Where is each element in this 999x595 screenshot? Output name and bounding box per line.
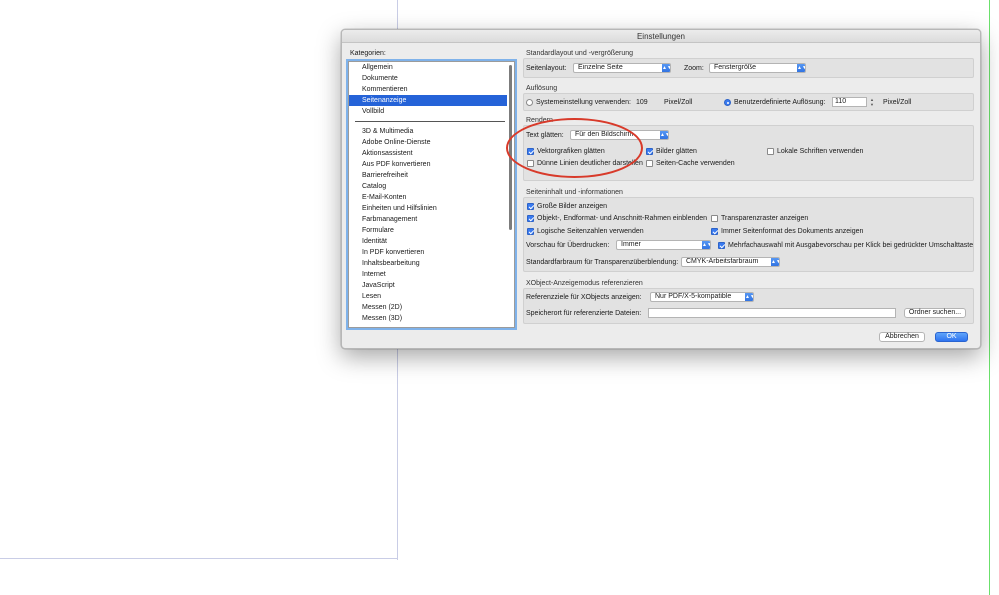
categories-title: Kategorien: bbox=[350, 50, 386, 57]
color-space-value: CMYK-Arbeitsfarbraum bbox=[686, 258, 759, 265]
overprint-label: Vorschau für Überdrucken: bbox=[526, 242, 610, 249]
cancel-button[interactable]: Abbrechen bbox=[879, 332, 925, 342]
annotation-ellipse bbox=[506, 118, 643, 178]
background-page-bottom bbox=[0, 558, 398, 559]
image-smoothing-checkbox[interactable] bbox=[646, 148, 653, 155]
custom-resolution-radio[interactable] bbox=[724, 99, 731, 106]
category-item-vollbild[interactable]: Vollbild bbox=[349, 106, 507, 117]
category-item[interactable]: Einheiten und Hilfslinien bbox=[349, 203, 507, 214]
page-cache-checkbox[interactable] bbox=[646, 160, 653, 167]
color-space-select[interactable]: CMYK-Arbeitsfarbraum ▲▼ bbox=[681, 257, 780, 267]
category-item[interactable]: Catalog bbox=[349, 181, 507, 192]
background-guide-line bbox=[989, 0, 990, 595]
category-item[interactable]: Aus PDF konvertieren bbox=[349, 159, 507, 170]
category-item[interactable]: JavaScript bbox=[349, 280, 507, 291]
ok-button[interactable]: OK bbox=[935, 332, 968, 342]
zoom-select[interactable]: Fenstergröße ▲▼ bbox=[709, 63, 806, 73]
category-item[interactable]: Internet bbox=[349, 269, 507, 280]
page-layout-label: Seitenlayout: bbox=[526, 65, 567, 72]
xobject-location-label: Speicherort für referenzierte Dateien: bbox=[526, 310, 642, 317]
system-resolution-unit: Pixel/Zoll bbox=[664, 99, 693, 106]
frames-checkbox[interactable] bbox=[527, 215, 534, 222]
overprint-select[interactable]: Immer ▲▼ bbox=[616, 240, 711, 250]
category-item[interactable]: Formulare bbox=[349, 225, 507, 236]
page-layout-value: Einzelne Seite bbox=[578, 64, 623, 71]
category-item-kommentieren[interactable]: Kommentieren bbox=[349, 84, 507, 95]
xobject-location-input[interactable] bbox=[648, 308, 896, 318]
system-resolution-value: 109 bbox=[636, 99, 648, 106]
multiselect-label: Mehrfachauswahl mit Ausgabevorschau per … bbox=[728, 242, 974, 249]
doc-page-format-label: Immer Seitenformat des Dokuments anzeige… bbox=[721, 228, 864, 235]
doc-page-format-checkbox[interactable] bbox=[711, 228, 718, 235]
category-list[interactable]: Allgemein Dokumente Kommentieren Seitena… bbox=[348, 61, 515, 328]
chevron-updown-icon: ▲▼ bbox=[662, 64, 671, 72]
category-item[interactable]: Lesen bbox=[349, 291, 507, 302]
image-smoothing-label: Bilder glätten bbox=[656, 148, 697, 155]
category-item[interactable]: Aktionsassistent bbox=[349, 148, 507, 159]
system-resolution-label: Systemeinstellung verwenden: bbox=[536, 99, 631, 106]
logical-pages-checkbox[interactable] bbox=[527, 228, 534, 235]
category-item[interactable]: Messen (2D) bbox=[349, 302, 507, 313]
category-item[interactable]: E-Mail-Konten bbox=[349, 192, 507, 203]
category-item[interactable]: 3D & Multimedia bbox=[349, 126, 507, 137]
page-cache-label: Seiten-Cache verwenden bbox=[656, 160, 735, 167]
xobject-targets-value: Nur PDF/X-5-kompatible bbox=[655, 293, 732, 300]
xobject-section-title: XObject-Anzeigemodus referenzieren bbox=[526, 280, 643, 287]
large-images-label: Große Bilder anzeigen bbox=[537, 203, 608, 210]
browse-folder-button[interactable]: Ordner suchen... bbox=[904, 308, 966, 318]
zoom-label: Zoom: bbox=[684, 65, 704, 72]
custom-resolution-label: Benutzerdefinierte Auflösung: bbox=[734, 99, 826, 106]
preferences-dialog: Einstellungen Kategorien: Allgemein Doku… bbox=[341, 29, 981, 349]
chevron-updown-icon: ▲▼ bbox=[771, 258, 780, 266]
custom-resolution-input[interactable]: 110 bbox=[832, 97, 867, 107]
chevron-updown-icon: ▲▼ bbox=[797, 64, 806, 72]
local-fonts-checkbox[interactable] bbox=[767, 148, 774, 155]
large-images-checkbox[interactable] bbox=[527, 203, 534, 210]
frames-label: Objekt-, Endformat- und Anschnitt-Rahmen… bbox=[537, 215, 708, 222]
content-section-title: Seiteninhalt und -informationen bbox=[526, 189, 623, 196]
category-item-dokumente[interactable]: Dokumente bbox=[349, 73, 507, 84]
chevron-updown-icon: ▲▼ bbox=[745, 293, 754, 301]
overprint-value: Immer bbox=[621, 241, 641, 248]
color-space-label: Standardfarbraum für Transparenzüberblen… bbox=[526, 259, 679, 266]
category-item[interactable]: Identität bbox=[349, 236, 507, 247]
chevron-updown-icon: ▲▼ bbox=[702, 241, 711, 249]
xobject-targets-select[interactable]: Nur PDF/X-5-kompatible ▲▼ bbox=[650, 292, 754, 302]
category-item-allgemein[interactable]: Allgemein bbox=[349, 62, 507, 73]
custom-resolution-unit: Pixel/Zoll bbox=[883, 99, 912, 106]
resolution-section-title: Auflösung bbox=[526, 85, 558, 92]
category-separator bbox=[355, 121, 505, 122]
xobject-targets-label: Referenzziele für XObjects anzeigen: bbox=[526, 294, 642, 301]
layout-section-title: Standardlayout und -vergrößerung bbox=[526, 50, 634, 57]
zoom-value: Fenstergröße bbox=[714, 64, 757, 71]
logical-pages-label: Logische Seitenzahlen verwenden bbox=[537, 228, 644, 235]
category-item-seitenanzeige[interactable]: Seitenanzeige bbox=[349, 95, 507, 106]
category-item[interactable]: Barrierefreiheit bbox=[349, 170, 507, 181]
dialog-title: Einstellungen bbox=[342, 30, 980, 43]
page-layout-select[interactable]: Einzelne Seite ▲▼ bbox=[573, 63, 671, 73]
local-fonts-label: Lokale Schriften verwenden bbox=[777, 148, 864, 155]
category-item[interactable]: Farbmanagement bbox=[349, 214, 507, 225]
category-item[interactable]: Inhaltsbearbeitung bbox=[349, 258, 507, 269]
transparency-grid-label: Transparenzraster anzeigen bbox=[721, 215, 809, 222]
system-resolution-radio[interactable] bbox=[526, 99, 533, 106]
chevron-updown-icon: ▲▼ bbox=[660, 131, 669, 139]
stepper-icon[interactable]: ▲ ▼ bbox=[869, 97, 875, 107]
transparency-grid-checkbox[interactable] bbox=[711, 215, 718, 222]
multiselect-checkbox[interactable] bbox=[718, 242, 725, 249]
category-item[interactable]: Messen (3D) bbox=[349, 313, 507, 324]
category-item[interactable]: In PDF konvertieren bbox=[349, 247, 507, 258]
category-item[interactable]: Adobe Online-Dienste bbox=[349, 137, 507, 148]
